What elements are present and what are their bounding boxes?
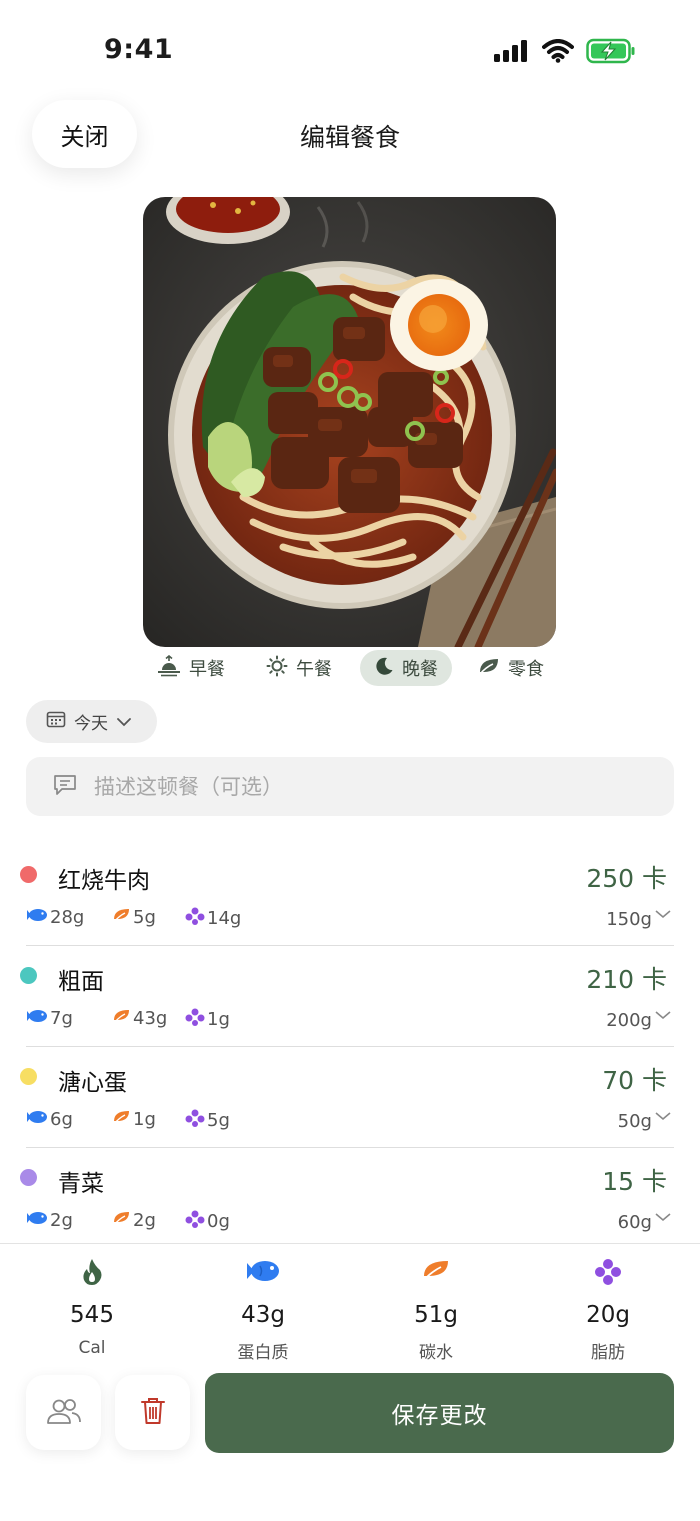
food-color-dot	[20, 1169, 37, 1186]
status-icons	[494, 38, 636, 68]
food-item[interactable]: 溏心蛋 70 卡 6g 1g 5g 50g	[0, 1047, 700, 1148]
flame-icon	[22, 1258, 162, 1286]
food-name: 青菜	[58, 1171, 104, 1197]
summary-fat-value: 20g	[586, 1302, 630, 1328]
tab-lunch[interactable]: 午餐	[252, 650, 346, 686]
food-carbs: 2g	[113, 1210, 156, 1231]
chevron-down-icon	[116, 712, 132, 732]
droplets-icon	[185, 1109, 205, 1132]
fish-icon	[26, 1210, 48, 1231]
wifi-icon	[542, 39, 574, 67]
date-selector[interactable]: 今天	[26, 700, 157, 743]
moon-icon	[374, 656, 394, 681]
droplets-icon	[185, 1210, 205, 1233]
chevron-down-icon[interactable]	[654, 1208, 672, 1227]
page-title: 编辑餐食	[299, 123, 400, 152]
action-bar: 保存更改	[14, 1370, 674, 1456]
trash-icon	[140, 1396, 166, 1430]
food-color-dot	[20, 866, 37, 883]
share-people-button[interactable]	[26, 1375, 101, 1450]
tab-lunch-label: 午餐	[296, 659, 332, 680]
food-item[interactable]: 红烧牛肉 250 卡 28g 5g 14g 150g	[0, 845, 700, 946]
summary-carbs-value: 51g	[414, 1302, 458, 1328]
food-protein: 2g	[26, 1210, 73, 1231]
food-fat: 1g	[185, 1008, 230, 1031]
fish-icon	[26, 1109, 48, 1130]
calendar-icon	[46, 710, 66, 733]
food-fat: 0g	[185, 1210, 230, 1233]
food-fat: 14g	[185, 907, 241, 930]
food-weight: 200g	[606, 1010, 652, 1031]
fish-icon	[26, 1008, 48, 1029]
tab-snack-label: 零食	[508, 659, 544, 680]
food-weight: 60g	[617, 1212, 652, 1233]
droplets-icon	[185, 1008, 205, 1031]
food-weight: 150g	[606, 909, 652, 930]
summary-protein-label: 蛋白质	[237, 1343, 289, 1363]
meal-photo[interactable]	[143, 197, 556, 647]
fish-icon	[193, 1258, 333, 1284]
fish-icon	[26, 907, 48, 928]
food-protein: 28g	[26, 907, 84, 928]
summary-carbs-label: 碳水	[419, 1343, 453, 1363]
leaf-icon	[113, 907, 131, 928]
people-icon	[46, 1397, 82, 1429]
food-item[interactable]: 青菜 15 卡 2g 2g 0g 60g	[0, 1148, 700, 1249]
tab-breakfast[interactable]: 早餐	[143, 650, 239, 686]
food-name: 粗面	[58, 969, 104, 995]
description-field[interactable]	[26, 757, 674, 816]
food-item[interactable]: 粗面 210 卡 7g 43g 1g 200g	[0, 946, 700, 1047]
tab-dinner-label: 晚餐	[402, 659, 438, 680]
chevron-down-icon[interactable]	[654, 1006, 672, 1025]
food-color-dot	[20, 1068, 37, 1085]
summary-fat-label: 脂肪	[591, 1343, 625, 1363]
food-fat: 5g	[185, 1109, 230, 1132]
tab-snack[interactable]: 零食	[464, 650, 558, 686]
food-list: 红烧牛肉 250 卡 28g 5g 14g 150g 粗面 210 卡 7g 4…	[0, 845, 700, 1249]
tab-breakfast-label: 早餐	[189, 659, 225, 680]
droplets-icon	[538, 1258, 678, 1286]
food-carbs: 1g	[113, 1109, 156, 1130]
leaf-icon	[113, 1008, 131, 1029]
cellular-signal-icon	[494, 40, 530, 66]
food-calories: 250 卡	[586, 864, 667, 893]
food-protein: 6g	[26, 1109, 73, 1130]
food-calories: 70 卡	[602, 1066, 667, 1095]
leaf-icon	[113, 1109, 131, 1130]
summary-protein-value: 43g	[241, 1302, 285, 1328]
meal-type-tabs: 早餐 午餐 晚餐 零食	[0, 650, 700, 688]
food-carbs: 43g	[113, 1008, 167, 1029]
leaf-icon	[113, 1210, 131, 1231]
chevron-down-icon[interactable]	[654, 1107, 672, 1126]
sunrise-icon	[157, 654, 181, 682]
leaf-icon	[366, 1258, 506, 1282]
battery-charging-icon	[586, 38, 636, 68]
delete-button[interactable]	[115, 1375, 190, 1450]
status-time: 9:41	[104, 34, 174, 65]
sun-icon	[266, 655, 288, 682]
food-calories: 210 卡	[586, 965, 667, 994]
food-name: 溏心蛋	[58, 1070, 127, 1096]
tab-dinner[interactable]: 晚餐	[360, 650, 452, 686]
description-input[interactable]	[94, 774, 634, 799]
leaf-icon	[478, 656, 500, 681]
summary-calories-value: 545	[70, 1302, 114, 1328]
save-changes-button[interactable]: 保存更改	[205, 1373, 674, 1453]
chevron-down-icon[interactable]	[654, 905, 672, 924]
date-label: 今天	[74, 714, 108, 734]
droplets-icon	[185, 907, 205, 930]
food-color-dot	[20, 967, 37, 984]
food-weight: 50g	[617, 1111, 652, 1132]
comment-icon	[52, 773, 78, 801]
summary-calories-label: Cal	[78, 1338, 106, 1358]
food-calories: 15 卡	[602, 1167, 667, 1196]
food-protein: 7g	[26, 1008, 73, 1029]
food-name: 红烧牛肉	[58, 868, 150, 894]
status-bar: 9:41	[0, 0, 700, 100]
nutrition-summary: 545 Cal 43g 蛋白质 51g 碳水 20g 脂肪	[0, 1243, 700, 1373]
food-carbs: 5g	[113, 907, 156, 928]
